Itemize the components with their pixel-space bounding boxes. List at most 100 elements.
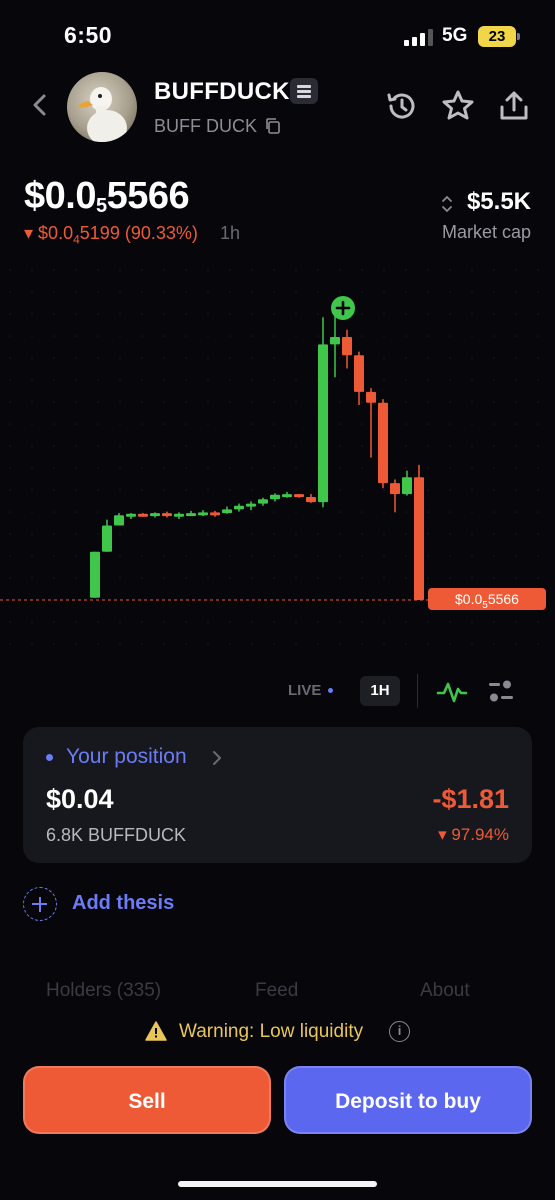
grid-dot [97,445,99,447]
grid-dot [273,335,275,337]
chevron-right-icon [213,751,221,765]
grid-dot [9,379,11,381]
sort-toggle-icon[interactable] [440,193,454,215]
grid-dot [53,401,55,403]
grid-dot [97,335,99,337]
deposit-to-buy-button[interactable]: Deposit to buy [284,1066,532,1134]
position-title[interactable]: Your position [66,745,187,769]
tab-about[interactable]: About [420,980,470,1002]
grid-dot [207,291,209,293]
grid-dot [361,511,363,513]
grid-dot [229,533,231,535]
grid-dot [427,577,429,579]
grid-dot [273,467,275,469]
grid-dot [405,467,407,469]
grid-dot [339,511,341,513]
back-chevron-icon[interactable] [30,93,48,117]
grid-dot [207,643,209,645]
tab-holders[interactable]: Holders (335) [46,980,161,1002]
grid-dot [97,357,99,359]
grid-dot [207,467,209,469]
grid-dot [515,269,517,271]
sell-button[interactable]: Sell [23,1066,271,1134]
grid-dot [31,577,33,579]
candle [138,513,148,517]
grid-dot [515,489,517,491]
candle [294,494,304,498]
add-thesis-icon[interactable] [23,887,57,921]
grid-dot [449,379,451,381]
grid-dot [295,357,297,359]
grid-dot [383,291,385,293]
timeframe-button[interactable]: 1H [360,676,400,706]
grid-dot [185,511,187,513]
grid-dot [471,269,473,271]
grid-dot [383,357,385,359]
grid-dot [493,511,495,513]
grid-dot [471,643,473,645]
buy-marker-icon[interactable] [331,296,355,320]
grid-dot [119,291,121,293]
grid-dot [185,335,187,337]
info-icon[interactable]: i [389,1021,410,1042]
grid-dot [515,313,517,315]
grid-dot [251,379,253,381]
grid-dot [339,379,341,381]
grid-dot [427,379,429,381]
grid-dot [251,489,253,491]
grid-dot [471,467,473,469]
grid-dot [405,445,407,447]
add-thesis-button[interactable]: Add thesis [72,892,174,915]
grid-dot [471,335,473,337]
grid-dot [537,335,539,337]
favorite-star-icon[interactable] [440,88,476,124]
grid-dot [405,533,407,535]
grid-dot [295,533,297,535]
candle [282,494,292,498]
grid-dot [317,533,319,535]
line-chart-icon[interactable] [436,678,468,706]
chart-settings-icon[interactable] [488,679,514,703]
grid-dot [185,445,187,447]
grid-dot [185,555,187,557]
grid-dot [471,577,473,579]
grid-dot [427,621,429,623]
grid-dot [185,313,187,315]
grid-dot [515,621,517,623]
grid-dot [53,291,55,293]
grid-dot [97,401,99,403]
grid-dot [229,555,231,557]
grid-dot [75,423,77,425]
share-icon[interactable] [496,88,532,124]
live-toggle[interactable]: LIVE [288,682,321,699]
grid-dot [449,467,451,469]
home-indicator[interactable] [178,1181,377,1187]
grid-dot [383,313,385,315]
token-name: BUFFDUCK [154,78,290,105]
grid-dot [493,269,495,271]
warning-icon [145,1021,167,1041]
grid-dot [207,445,209,447]
grid-dot [493,401,495,403]
grid-dot [119,467,121,469]
tab-feed[interactable]: Feed [255,980,298,1002]
token-full-name: BUFF DUCK [154,116,257,136]
grid-dot [251,621,253,623]
grid-dot [493,555,495,557]
grid-dot [339,423,341,425]
grid-dot [251,423,253,425]
grid-dot [31,643,33,645]
grid-dot [317,621,319,623]
grid-dot [163,313,165,315]
grid-dot [31,335,33,337]
grid-dot [185,401,187,403]
grid-dot [163,467,165,469]
grid-dot [295,401,297,403]
grid-dot [273,401,275,403]
history-icon[interactable] [384,88,420,124]
grid-dot [53,379,55,381]
copy-icon[interactable] [264,117,282,135]
grid-dot [119,533,121,535]
candle [270,494,280,500]
grid-dot [75,643,77,645]
